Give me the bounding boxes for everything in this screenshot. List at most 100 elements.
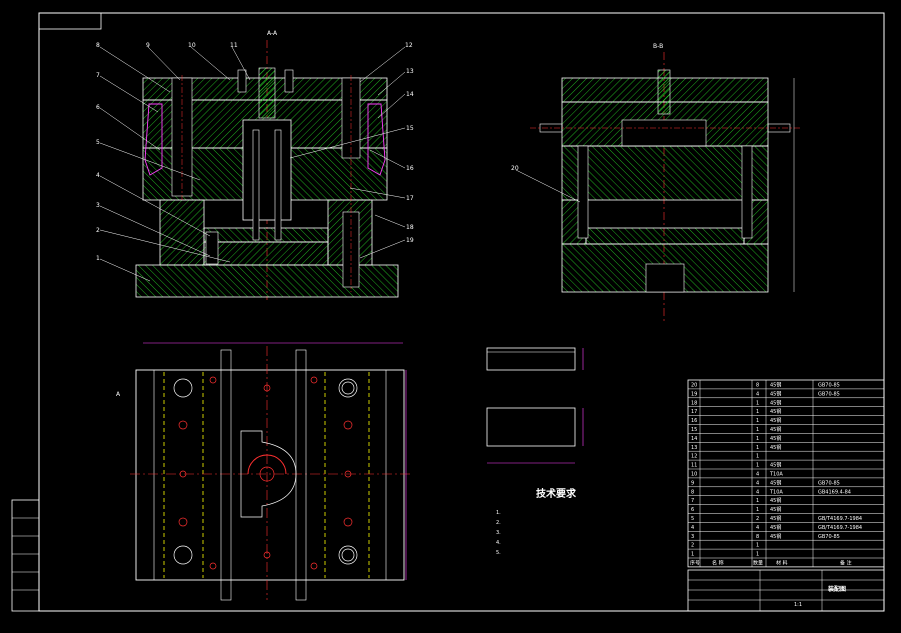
bom-cell-no: 8 bbox=[691, 489, 694, 495]
section-a-view: A-A 8 7 6 5 4 3 2 1 9 10 11 12 13 14 15 … bbox=[96, 30, 414, 300]
bom-cell-no: 11 bbox=[691, 463, 697, 469]
bom-cell-no: 5 bbox=[691, 516, 694, 522]
bom-cell-qty: 1 bbox=[756, 427, 759, 433]
part-number: 12 bbox=[405, 42, 413, 49]
bom-cell-material: T10A bbox=[769, 472, 783, 478]
bom-cell-qty: 1 bbox=[756, 498, 759, 504]
bom-cell-note: GB4169.4-84 bbox=[818, 489, 851, 495]
bom-cell-note: GB70-85 bbox=[818, 534, 840, 540]
part-number: 9 bbox=[146, 42, 150, 49]
bom-cell-qty: 1 bbox=[756, 436, 759, 442]
bom-cell-material: 45钢 bbox=[770, 382, 781, 389]
bom-cell-no: 10 bbox=[691, 472, 697, 478]
bom-cell-no: 19 bbox=[691, 391, 697, 397]
part-number: 14 bbox=[406, 91, 414, 98]
bom-cell-note: GB70-85 bbox=[818, 391, 840, 397]
bom-header-qty: 数量 bbox=[753, 560, 763, 567]
part-number: 15 bbox=[406, 125, 414, 132]
note-line: 4. bbox=[496, 540, 501, 546]
bom-header-no: 序号 bbox=[690, 560, 700, 567]
bom-cell-note: GB70-85 bbox=[818, 480, 840, 486]
bom-cell-qty: 1 bbox=[756, 507, 759, 513]
bom-cell-qty: 1 bbox=[756, 418, 759, 424]
bom-cell-no: 1 bbox=[691, 552, 694, 558]
top-left-stamp bbox=[38, 12, 102, 30]
bom-cell-no: 3 bbox=[691, 534, 694, 540]
bom-cell-material: 45钢 bbox=[770, 515, 781, 522]
bom-cell-qty: 1 bbox=[756, 400, 759, 406]
bom-cell-qty: 4 bbox=[756, 480, 759, 486]
bom-cell-material: 45钢 bbox=[770, 524, 781, 531]
bom-cell-qty: 4 bbox=[756, 489, 759, 495]
section-b-view: B-B 20 bbox=[511, 43, 800, 322]
section-a-label: A-A bbox=[267, 30, 278, 37]
left-revision-strip bbox=[11, 499, 40, 612]
drawing-title: 装配图 bbox=[827, 585, 846, 593]
bom-cell-no: 6 bbox=[691, 507, 694, 513]
part-number: 8 bbox=[96, 42, 100, 49]
product-views bbox=[486, 347, 584, 464]
note-line: 5. bbox=[496, 550, 501, 556]
notes-title: 技术要求 bbox=[536, 487, 577, 500]
bom-cell-no: 7 bbox=[691, 498, 694, 504]
bom-header-name: 名 称 bbox=[712, 560, 724, 567]
title-block: 装配图 1:1 bbox=[687, 569, 885, 612]
bom-cell-no: 13 bbox=[691, 445, 697, 451]
bom-cell-qty: 1 bbox=[756, 463, 759, 469]
bom-cell-no: 4 bbox=[691, 525, 694, 531]
bom-cell-qty: 8 bbox=[756, 383, 759, 389]
bom-cell-material: 45钢 bbox=[770, 417, 781, 424]
bom-cell-no: 18 bbox=[691, 400, 697, 406]
bom-cell-qty: 8 bbox=[756, 534, 759, 540]
bom-cell-qty: 1 bbox=[756, 445, 759, 451]
bom-cell-qty: 4 bbox=[756, 391, 759, 397]
bom-cell-material: 45钢 bbox=[770, 479, 781, 486]
note-line: 2. bbox=[496, 520, 501, 526]
bom-cell-material: 45钢 bbox=[770, 506, 781, 513]
bom-cell-no: 20 bbox=[691, 383, 697, 389]
part-number: 17 bbox=[406, 195, 414, 202]
part-number: 3 bbox=[96, 202, 100, 209]
part-number: 19 bbox=[406, 237, 414, 244]
bom-cell-no: 17 bbox=[691, 409, 697, 415]
bom-cell-material: 45钢 bbox=[770, 435, 781, 442]
technical-notes: 技术要求 1. 2. 3. 4. 5. bbox=[496, 487, 577, 556]
bom-cell-qty: 4 bbox=[756, 472, 759, 478]
note-line: 3. bbox=[496, 530, 501, 536]
part-number: 16 bbox=[406, 165, 414, 172]
bom-cell-material: 45钢 bbox=[770, 497, 781, 504]
section-b-label: B-B bbox=[653, 43, 663, 50]
bom-cell-material: 45钢 bbox=[770, 462, 781, 469]
bom-cell-material: 45钢 bbox=[770, 444, 781, 451]
bom-header-material: 材 料 bbox=[776, 560, 788, 567]
note-line: 1. bbox=[496, 510, 501, 516]
bom-cell-material: 45钢 bbox=[770, 533, 781, 540]
bom-cell-no: 2 bbox=[691, 543, 694, 549]
bom-cell-material: 45钢 bbox=[770, 399, 781, 406]
drawing-scale: 1:1 bbox=[794, 602, 802, 608]
part-number: 20 bbox=[511, 165, 519, 172]
bom-cell-note: GB70-85 bbox=[818, 383, 840, 389]
part-number: 13 bbox=[406, 68, 414, 75]
bom-cell-material: 45钢 bbox=[770, 390, 781, 397]
bom-cell-no: 15 bbox=[691, 427, 697, 433]
part-number: 5 bbox=[96, 139, 100, 146]
part-number: 11 bbox=[230, 42, 238, 49]
part-number: 18 bbox=[406, 224, 414, 231]
bom-cell-note: GB/T4169.7-1984 bbox=[818, 516, 862, 522]
bom-cell-no: 12 bbox=[691, 454, 697, 460]
bom-cell-qty: 1 bbox=[756, 552, 759, 558]
bom-cell-no: 16 bbox=[691, 418, 697, 424]
part-number: 2 bbox=[96, 227, 100, 234]
bom-cell-material: 45钢 bbox=[770, 426, 781, 433]
bom-header-note: 备 注 bbox=[840, 560, 852, 567]
plan-view: A bbox=[116, 342, 412, 601]
part-number: 10 bbox=[188, 42, 196, 49]
bom-cell-qty: 1 bbox=[756, 454, 759, 460]
part-number: 6 bbox=[96, 104, 100, 111]
bom-cell-material: 45钢 bbox=[770, 408, 781, 415]
bom-cell-qty: 1 bbox=[756, 543, 759, 549]
bom-cell-no: 9 bbox=[691, 480, 694, 486]
bom-cell-no: 14 bbox=[691, 436, 697, 442]
bom-cell-qty: 2 bbox=[756, 516, 759, 522]
